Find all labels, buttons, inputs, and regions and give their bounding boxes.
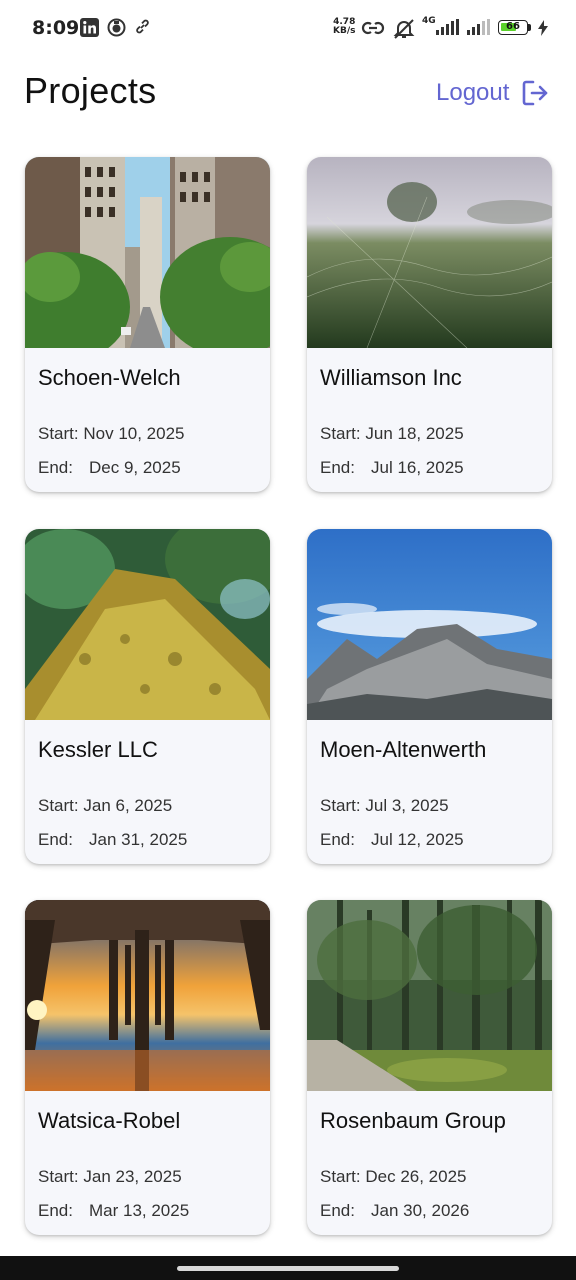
project-start-date: Start: Jan 6, 2025 [38, 796, 172, 816]
project-name: Williamson Inc [320, 365, 462, 390]
app-notification-icon [107, 18, 126, 42]
mountain-photo [307, 529, 552, 720]
status-bar: 8:09 4.78 KB/s 4G 66 [0, 0, 576, 58]
project-card[interactable]: Moen-Altenwerth Start: Jul 3, 2025 End: J… [307, 529, 552, 864]
start-date-value: Jun 18, 2025 [365, 424, 464, 443]
start-label: Start: [320, 1167, 361, 1186]
project-name: Moen-Altenwerth [320, 737, 487, 762]
end-date-value: Jul 12, 2025 [371, 830, 464, 849]
project-card[interactable]: Schoen-Welch Start: Nov 10, 2025 End: Dec… [25, 157, 270, 492]
project-end-date: End: Jul 12, 2025 [320, 830, 464, 850]
start-date-value: Dec 26, 2025 [365, 1167, 467, 1186]
page-title: Projects [24, 70, 157, 111]
city-street-photo [25, 157, 270, 348]
home-gesture-handle[interactable] [177, 1266, 399, 1271]
project-end-date: End: Dec 9, 2025 [38, 458, 181, 478]
project-card[interactable]: Williamson Inc Start: Jun 18, 2025 End: J… [307, 157, 552, 492]
status-time: 8:09 [32, 17, 80, 39]
linkedin-icon [80, 18, 99, 42]
logout-label: Logout [436, 79, 510, 106]
end-date-value: Jan 31, 2025 [89, 830, 188, 849]
project-name: Kessler LLC [38, 737, 158, 762]
project-name: Schoen-Welch [38, 365, 181, 390]
project-card[interactable]: Kessler LLC Start: Jan 6, 2025 End: Jan 3… [25, 529, 270, 864]
logout-button[interactable]: Logout [436, 76, 549, 110]
charging-icon [538, 20, 548, 41]
start-date-value: Nov 10, 2025 [83, 424, 185, 443]
mute-icon [393, 18, 415, 45]
end-date-value: Jan 30, 2026 [371, 1201, 470, 1220]
mossy-tree-photo [25, 529, 270, 720]
signal-icon-secondary [465, 19, 491, 41]
start-date-value: Jan 23, 2025 [83, 1167, 182, 1186]
forest-path-photo [307, 900, 552, 1091]
start-label: Start: [320, 424, 361, 443]
start-label: Start: [38, 796, 79, 815]
project-end-date: End: Jan 30, 2026 [320, 1201, 469, 1221]
end-label: End: [320, 830, 355, 849]
project-card[interactable]: Watsica-Robel Start: Jan 23, 2025 End: Ma… [25, 900, 270, 1235]
battery-icon: 66 [498, 20, 528, 35]
project-name: Rosenbaum Group [320, 1108, 506, 1133]
network-speed-unit: KB/s [333, 26, 356, 36]
end-label: End: [320, 1201, 355, 1220]
system-navigation-bar [0, 1256, 576, 1280]
logout-icon [521, 79, 549, 107]
battery-tip [528, 24, 531, 31]
start-date-value: Jul 3, 2025 [365, 796, 449, 815]
battery-level: 66 [506, 21, 520, 32]
misty-field-photo [307, 157, 552, 348]
end-date-value: Dec 9, 2025 [89, 458, 181, 477]
signal-icon [434, 19, 460, 41]
end-date-value: Jul 16, 2025 [371, 458, 464, 477]
project-start-date: Start: Jan 23, 2025 [38, 1167, 182, 1187]
project-start-date: Start: Dec 26, 2025 [320, 1167, 467, 1187]
project-card[interactable]: Rosenbaum Group Start: Dec 26, 2025 End:… [307, 900, 552, 1235]
start-label: Start: [320, 796, 361, 815]
project-start-date: Start: Jul 3, 2025 [320, 796, 449, 816]
project-end-date: End: Jan 31, 2025 [38, 830, 187, 850]
end-date-value: Mar 13, 2025 [89, 1201, 190, 1220]
start-date-value: Jan 6, 2025 [83, 796, 173, 815]
start-label: Start: [38, 1167, 79, 1186]
end-label: End: [38, 1201, 73, 1220]
start-label: Start: [38, 424, 79, 443]
hotspot-icon [361, 18, 385, 43]
project-name: Watsica-Robel [38, 1108, 181, 1133]
pier-sunset-photo [25, 900, 270, 1091]
project-end-date: End: Jul 16, 2025 [320, 458, 464, 478]
network-speed: 4.78 KB/s [333, 18, 355, 36]
project-start-date: Start: Nov 10, 2025 [38, 424, 185, 444]
link-icon [134, 18, 151, 40]
project-end-date: End: Mar 13, 2025 [38, 1201, 189, 1221]
project-start-date: Start: Jun 18, 2025 [320, 424, 464, 444]
end-label: End: [38, 458, 73, 477]
end-label: End: [320, 458, 355, 477]
end-label: End: [38, 830, 73, 849]
